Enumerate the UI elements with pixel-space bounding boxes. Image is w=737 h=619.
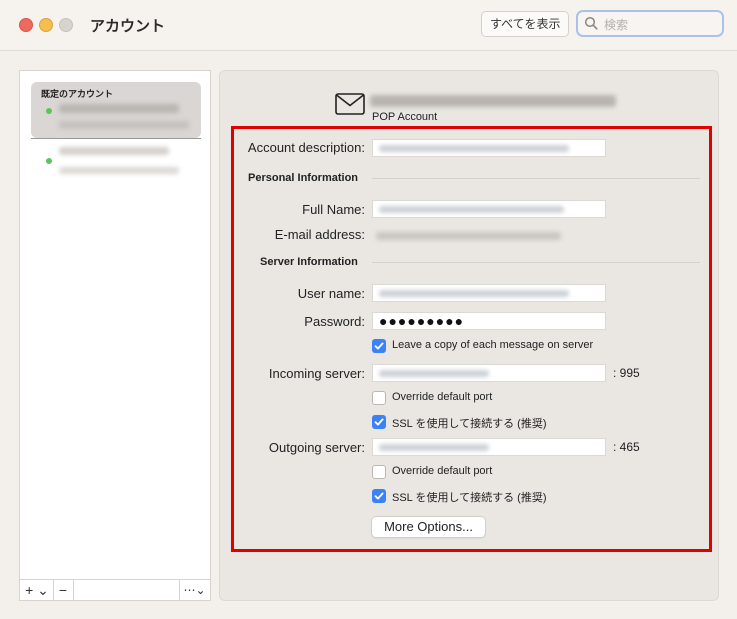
- zoom-window-button[interactable]: [59, 18, 73, 32]
- account-name-redacted: [59, 147, 169, 155]
- account-status-dot: [46, 108, 52, 114]
- accounts-sidebar: 既定のアカウント + ⌄ − ⋯⌄: [19, 70, 211, 601]
- show-all-button[interactable]: すべてを表示: [481, 11, 570, 37]
- mail-envelope-icon: [335, 93, 365, 115]
- account-divider: [31, 138, 201, 139]
- search-input[interactable]: [602, 15, 716, 35]
- account-email-redacted: [59, 167, 179, 174]
- more-actions-button[interactable]: ⋯⌄: [179, 580, 210, 600]
- remove-account-button[interactable]: −: [53, 580, 74, 600]
- title-bar: アカウント すべてを表示: [0, 0, 737, 51]
- highlight-annotation-box: [231, 126, 712, 552]
- sidebar-toolbar: + ⌄ − ⋯⌄: [20, 579, 210, 600]
- account-list-item[interactable]: [31, 143, 201, 183]
- minimize-window-button[interactable]: [39, 18, 53, 32]
- account-type-label: POP Account: [372, 111, 438, 123]
- account-title-redacted: [370, 95, 616, 107]
- account-email-redacted: [59, 121, 189, 129]
- close-window-button[interactable]: [19, 18, 33, 32]
- add-account-button[interactable]: + ⌄: [21, 580, 54, 600]
- account-name-redacted: [59, 104, 179, 113]
- window-title: アカウント: [90, 18, 166, 35]
- search-icon: [584, 16, 598, 30]
- account-status-dot: [46, 158, 52, 164]
- sidebar-toolbar-spacer: [73, 580, 180, 600]
- account-list-item-selected[interactable]: 既定のアカウント: [31, 82, 201, 138]
- default-accounts-header: 既定のアカウント: [41, 89, 114, 99]
- search-field[interactable]: [576, 10, 724, 37]
